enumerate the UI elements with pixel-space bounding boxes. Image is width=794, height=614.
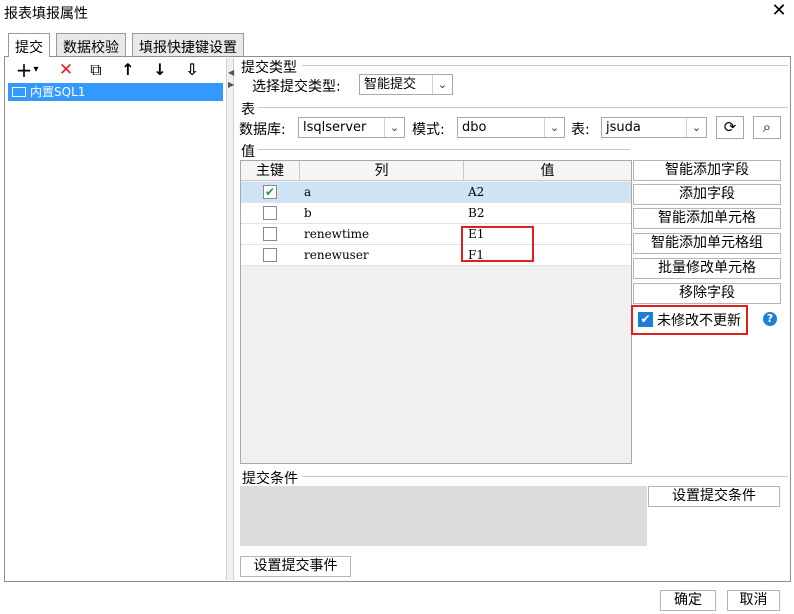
values-table: 主键 列 值 ✔ a A2 b B2 renewtime E1 renewuse… xyxy=(240,160,632,464)
schema-label: 模式: xyxy=(412,122,445,138)
submit-type-value: 智能提交 xyxy=(364,77,417,92)
section-divider xyxy=(258,107,788,108)
add-field-button[interactable]: 添加字段 xyxy=(633,184,781,205)
pk-checkbox[interactable] xyxy=(263,206,277,220)
collapse-left-icon[interactable]: ◀ xyxy=(228,68,234,77)
ok-button[interactable]: 确定 xyxy=(660,590,716,611)
header-column[interactable]: 列 xyxy=(300,161,464,181)
set-condition-button[interactable]: 设置提交条件 xyxy=(648,486,780,507)
pk-checkbox[interactable] xyxy=(263,227,277,241)
help-icon[interactable]: ? xyxy=(763,312,777,326)
column-cell[interactable]: renewuser xyxy=(300,245,369,265)
smart-add-cell-button[interactable]: 智能添加单元格 xyxy=(633,208,781,229)
move-down-icon[interactable]: ↓ xyxy=(148,60,172,80)
values-section-title: 值 xyxy=(241,144,255,160)
table-select[interactable]: jsuda ⌄ xyxy=(601,117,707,138)
table-row[interactable]: renewuser F1 xyxy=(241,245,631,266)
section-divider xyxy=(258,149,630,150)
refresh-icon[interactable]: ⟳ xyxy=(716,116,744,139)
submit-type-label: 选择提交类型: xyxy=(252,79,341,95)
splitter-handle[interactable] xyxy=(226,58,234,580)
tab-submit[interactable]: 提交 xyxy=(8,33,50,57)
cancel-button[interactable]: 取消 xyxy=(727,590,780,611)
database-value: lsqlserver xyxy=(303,120,367,135)
submit-type-section-title: 提交类型 xyxy=(241,60,297,76)
no-update-checkbox[interactable]: ✔ xyxy=(638,312,653,327)
sort-icon[interactable]: ⇩ xyxy=(180,60,204,80)
schema-select[interactable]: dbo ⌄ xyxy=(457,117,565,138)
set-submit-event-button[interactable]: 设置提交事件 xyxy=(240,556,351,577)
tree-item-sql[interactable]: 内置SQL1 xyxy=(8,83,223,101)
condition-preview xyxy=(240,486,647,546)
section-divider xyxy=(302,65,788,66)
section-divider xyxy=(302,476,788,477)
left-pane xyxy=(6,58,226,580)
tab-shortcut-settings[interactable]: 填报快捷键设置 xyxy=(132,33,244,56)
tab-data-validation[interactable]: 数据校验 xyxy=(56,33,126,56)
column-cell[interactable]: a xyxy=(300,182,311,202)
highlight-box-values xyxy=(461,226,534,262)
header-value[interactable]: 值 xyxy=(464,161,631,181)
delete-icon[interactable]: ✕ xyxy=(54,60,78,80)
smart-add-field-button[interactable]: 智能添加字段 xyxy=(633,160,781,181)
copy-icon[interactable]: ⧉ xyxy=(84,60,108,80)
chevron-down-icon: ⌄ xyxy=(686,118,706,137)
remove-field-button[interactable]: 移除字段 xyxy=(633,283,781,304)
column-cell[interactable]: renewtime xyxy=(300,224,369,244)
window-title: 报表填报属性 xyxy=(4,6,88,22)
table-row[interactable]: ✔ a A2 xyxy=(241,182,631,203)
schema-value: dbo xyxy=(462,120,487,135)
value-cell[interactable]: B2 xyxy=(464,203,484,223)
pk-checkbox[interactable] xyxy=(263,248,277,262)
expand-right-icon[interactable]: ▶ xyxy=(228,80,234,89)
add-dropdown-icon[interactable]: ▾ xyxy=(30,60,42,80)
smart-add-cell-group-button[interactable]: 智能添加单元格组 xyxy=(633,233,781,254)
value-cell[interactable]: A2 xyxy=(464,182,484,202)
table-value: jsuda xyxy=(606,120,641,135)
submit-type-select[interactable]: 智能提交 ⌄ xyxy=(359,74,453,95)
tree-item-label: 内置SQL1 xyxy=(30,85,86,99)
table-icon xyxy=(12,86,26,97)
table-section-title: 表 xyxy=(241,102,255,118)
no-update-label[interactable]: 未修改不更新 xyxy=(657,310,741,330)
table-row[interactable]: b B2 xyxy=(241,203,631,224)
table-label: 表: xyxy=(571,122,590,138)
batch-modify-cell-button[interactable]: 批量修改单元格 xyxy=(633,258,781,279)
chevron-down-icon: ⌄ xyxy=(384,118,404,137)
chevron-down-icon: ⌄ xyxy=(432,75,452,94)
database-label: 数据库: xyxy=(239,122,286,138)
preview-icon[interactable]: ⌕ xyxy=(753,116,781,139)
table-row[interactable]: renewtime E1 xyxy=(241,224,631,245)
table-header: 主键 列 值 xyxy=(241,161,631,181)
move-up-icon[interactable]: ↑ xyxy=(116,60,140,80)
pk-checkbox[interactable]: ✔ xyxy=(263,185,277,199)
condition-section-title: 提交条件 xyxy=(242,471,298,487)
column-cell[interactable]: b xyxy=(300,203,312,223)
close-icon[interactable]: ✕ xyxy=(768,0,790,21)
header-pk[interactable]: 主键 xyxy=(241,161,300,181)
database-select[interactable]: lsqlserver ⌄ xyxy=(298,117,405,138)
chevron-down-icon: ⌄ xyxy=(544,118,564,137)
